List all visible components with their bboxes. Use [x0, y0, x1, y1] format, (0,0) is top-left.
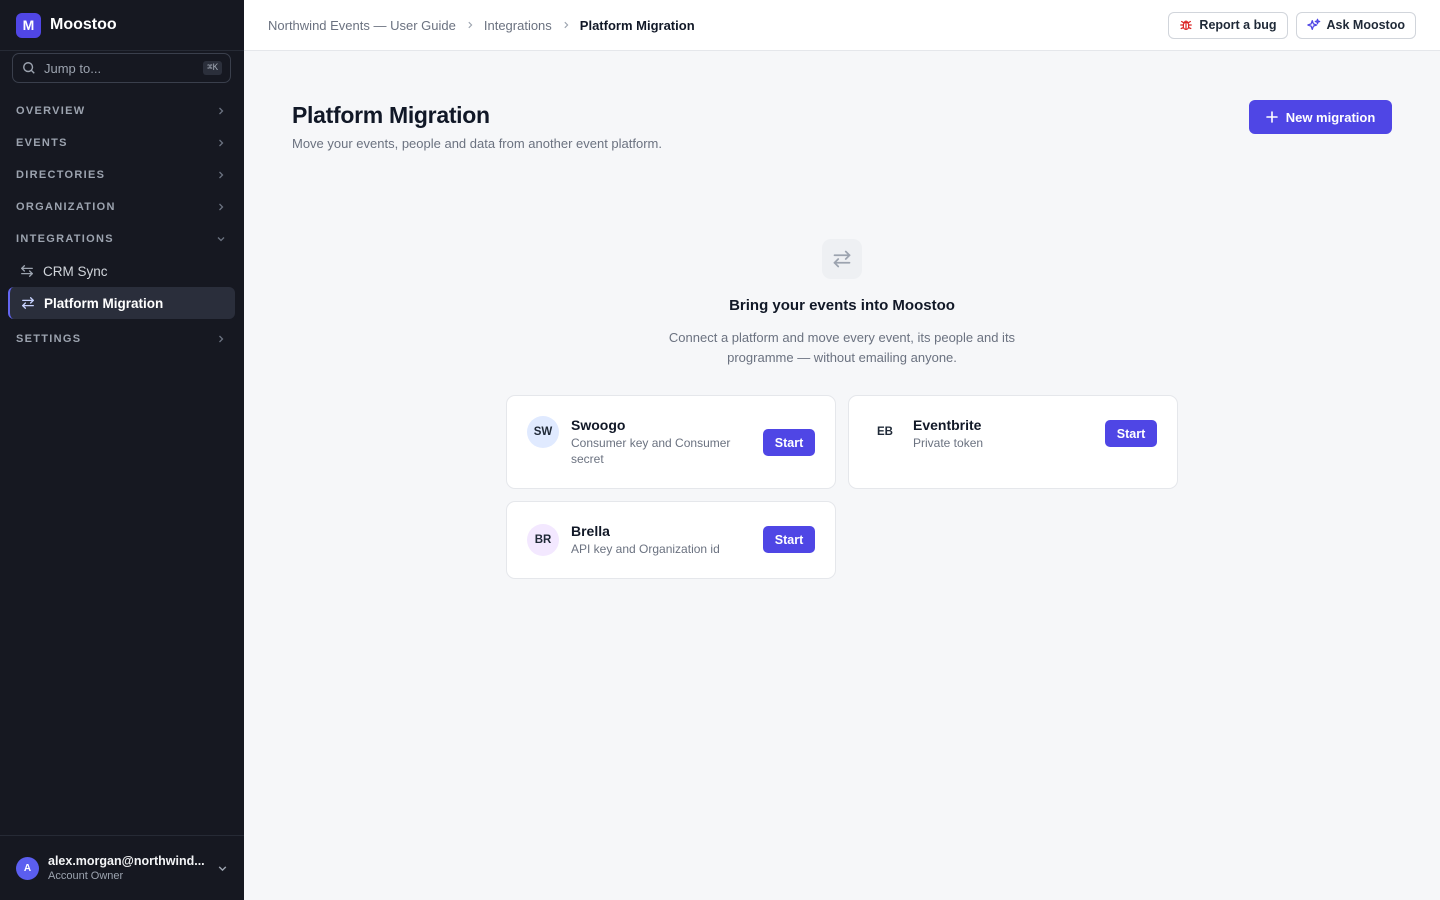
chevron-right-icon [219, 203, 224, 211]
ask-moostoo-label: Ask Moostoo [1326, 18, 1405, 32]
page-subtitle: Move your events, people and data from a… [292, 136, 662, 151]
avatar: A [16, 856, 39, 880]
platform-card-eventbrite: EB Eventbrite Private token Start [848, 395, 1178, 489]
platform-name: Brella [571, 523, 610, 539]
platform-logo: BR [527, 524, 559, 556]
nav-section-label: ORGANIZATION [16, 201, 116, 213]
bug-icon [1180, 20, 1193, 30]
app-name: Moostoo [50, 16, 117, 33]
breadcrumb-integrations[interactable]: Integrations [484, 18, 552, 33]
report-bug-button[interactable]: Report a bug [1168, 11, 1288, 39]
user-role: Account Owner [48, 870, 124, 882]
breadcrumb-guide[interactable]: Northwind Events — User Guide [268, 18, 456, 33]
platform-info: Eventbrite Private token [913, 416, 1093, 451]
chevron-right-icon [564, 21, 569, 29]
account-menu[interactable]: A alex.morgan@northwind... Account Owner [0, 835, 244, 900]
platform-credentials: API key and Organization id [571, 542, 720, 556]
report-bug-label: Report a bug [1199, 18, 1277, 32]
nav-section-directories[interactable]: DIRECTORIES [0, 159, 244, 191]
chevron-right-icon [219, 107, 224, 115]
chevron-right-icon [219, 139, 224, 147]
user-info: alex.morgan@northwind... Account Owner [48, 854, 208, 882]
shortcut-hint: ⌘K [203, 61, 222, 75]
app-logo: M [16, 12, 41, 38]
platform-card-swoogo: SW Swoogo Consumer key and Consumer secr… [506, 395, 836, 489]
brand[interactable]: M Moostoo [0, 0, 244, 51]
platform-credentials: Consumer key and Consumer secret [571, 436, 731, 466]
main-content: Platform Migration Move your events, peo… [244, 51, 1440, 900]
new-migration-label: New migration [1285, 109, 1376, 125]
nav-section-integrations[interactable]: INTEGRATIONS [0, 223, 244, 255]
chevron-right-icon [468, 21, 473, 29]
platform-info: Swoogo Consumer key and Consumer secret [571, 416, 751, 467]
nav-section-settings[interactable]: SETTINGS [0, 323, 244, 355]
nav-section-events[interactable]: EVENTS [0, 127, 244, 159]
chevron-down-icon [218, 865, 227, 871]
platform-info: Brella API key and Organization id [571, 522, 751, 557]
chevron-down-icon [217, 237, 225, 242]
platform-logo: SW [527, 416, 559, 448]
nav-section-organization[interactable]: ORGANIZATION [0, 191, 244, 223]
sidebar-item-label: Platform Migration [44, 295, 164, 311]
nav-section-label: EVENTS [16, 137, 68, 149]
nav-section-label: DIRECTORIES [16, 169, 106, 181]
sync-arrows-icon [21, 265, 33, 277]
ask-moostoo-button[interactable]: Ask Moostoo [1295, 11, 1416, 39]
sidebar-nav: OVERVIEW EVENTS DIRECTORIES ORGANIZATION… [0, 95, 244, 355]
search-placeholder: Jump to... [44, 60, 102, 76]
top-header: Northwind Events — User Guide Integratio… [244, 0, 1440, 51]
sidebar-item-platform-migration[interactable]: Platform Migration [8, 287, 235, 319]
page-title: Platform Migration [292, 102, 490, 128]
breadcrumb-current: Platform Migration [579, 17, 695, 33]
sparkle-icon [1306, 18, 1320, 30]
nav-section-label: SETTINGS [16, 333, 82, 345]
nav-section-label: OVERVIEW [16, 105, 86, 117]
empty-state-title: Bring your events into Moostoo [729, 297, 955, 314]
start-eventbrite-button[interactable]: Start [1105, 420, 1157, 447]
sidebar: M Moostoo Jump to... ⌘K OVERVIEW EVENTS … [0, 0, 244, 900]
sidebar-item-crm-sync[interactable]: CRM Sync [8, 255, 235, 287]
nav-section-overview[interactable]: OVERVIEW [0, 95, 244, 127]
search-icon [23, 62, 35, 74]
platform-credentials: Private token [913, 436, 984, 450]
chevron-right-icon [219, 335, 224, 343]
platform-name: Eventbrite [913, 417, 982, 433]
jump-to-search[interactable]: Jump to... ⌘K [12, 53, 231, 83]
platform-name: Swoogo [571, 417, 626, 433]
swap-arrows-icon [822, 239, 862, 279]
chevron-right-icon [219, 171, 224, 179]
start-brella-button[interactable]: Start [763, 526, 815, 553]
nav-section-label: INTEGRATIONS [16, 233, 114, 245]
user-email: alex.morgan@northwind... [48, 854, 205, 868]
swap-arrows-icon [22, 297, 34, 309]
new-migration-button[interactable]: New migration [1249, 100, 1392, 134]
platform-card-brella: BR Brella API key and Organization id St… [506, 501, 836, 579]
plus-icon [1265, 111, 1278, 123]
sidebar-item-label: CRM Sync [43, 263, 108, 279]
breadcrumb: Northwind Events — User Guide Integratio… [268, 18, 1160, 33]
empty-state-description: Connect a platform and move every event,… [668, 330, 1016, 365]
start-swoogo-button[interactable]: Start [763, 429, 815, 456]
platform-logo: EB [869, 416, 901, 448]
